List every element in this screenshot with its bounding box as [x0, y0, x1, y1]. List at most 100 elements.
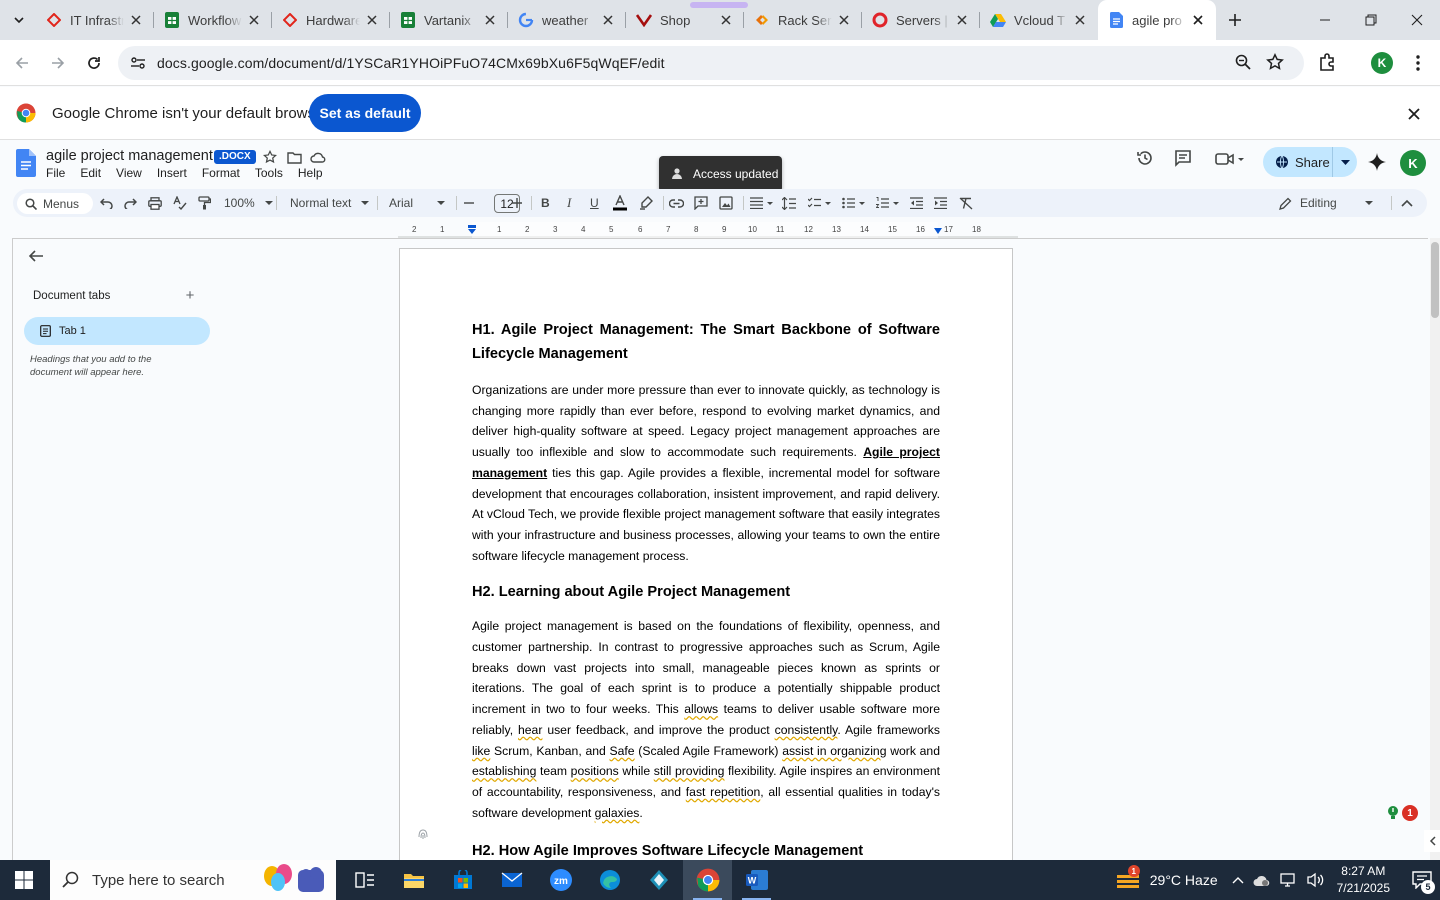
back-button[interactable] [8, 49, 36, 77]
browser-tab[interactable]: weather [508, 0, 626, 40]
star-icon[interactable] [262, 149, 278, 165]
spelling-suggestion[interactable]: still providing [654, 764, 725, 778]
chrome-taskbar-icon[interactable] [683, 860, 732, 900]
spellcheck-icon[interactable] [173, 189, 187, 217]
decrease-font-size-icon[interactable] [464, 189, 474, 217]
menu-format[interactable]: Format [202, 166, 240, 180]
new-tab-button[interactable] [1222, 8, 1248, 32]
move-folder-icon[interactable] [286, 149, 302, 165]
browser-tab[interactable]: Servers | [862, 0, 980, 40]
browser-tab[interactable]: Rack Servers [744, 0, 862, 40]
menu-insert[interactable]: Insert [157, 166, 187, 180]
restore-button[interactable] [1348, 0, 1394, 40]
mail-icon[interactable] [487, 860, 536, 900]
user-avatar[interactable]: K [1400, 150, 1426, 176]
close-outline-icon[interactable] [28, 248, 46, 266]
bulleted-list-icon[interactable] [842, 189, 866, 217]
start-button[interactable] [0, 860, 48, 900]
microsoft-store-icon[interactable] [438, 860, 487, 900]
paint-format-icon[interactable] [198, 189, 211, 217]
underline-icon[interactable]: U [590, 189, 599, 217]
left-indent-marker[interactable] [467, 225, 477, 235]
chevron-up-icon[interactable] [1232, 876, 1244, 884]
undo-icon[interactable] [100, 189, 113, 217]
volume-icon[interactable] [1306, 872, 1325, 888]
close-tab-icon[interactable] [1072, 12, 1088, 28]
meet-icon[interactable] [1215, 152, 1245, 166]
browser-tab[interactable]: Shop [626, 0, 744, 40]
close-tab-icon[interactable] [600, 12, 616, 28]
browser-menu-icon[interactable] [1408, 52, 1428, 74]
weather-widget[interactable]: 1 29°C Haze [1116, 865, 1218, 891]
close-tab-icon[interactable] [954, 12, 970, 28]
print-icon[interactable] [148, 189, 162, 217]
horizontal-ruler[interactable]: 2 1 1 2 3 4 5 6 7 8 9 10 11 12 13 14 15 … [398, 222, 1018, 238]
spelling-suggestion[interactable]: Safe [610, 744, 635, 758]
close-window-button[interactable] [1394, 0, 1440, 40]
menu-view[interactable]: View [116, 166, 142, 180]
increase-indent-icon[interactable] [934, 189, 947, 217]
menu-edit[interactable]: Edit [80, 166, 101, 180]
profile-avatar[interactable]: K [1371, 52, 1393, 74]
close-tab-icon[interactable] [128, 12, 144, 28]
link-icon[interactable] [669, 189, 684, 217]
checklist-icon[interactable] [808, 189, 832, 217]
action-center-button[interactable]: 5 [1404, 860, 1440, 900]
close-icon[interactable] [1404, 104, 1424, 124]
close-tab-icon[interactable] [718, 12, 734, 28]
tab-search-button[interactable] [6, 8, 32, 32]
highlight-icon[interactable] [639, 189, 653, 217]
app-diamond-icon[interactable] [634, 860, 683, 900]
clear-formatting-icon[interactable] [959, 189, 973, 217]
right-indent-marker[interactable] [933, 227, 943, 237]
add-tab-icon[interactable]: + [183, 287, 197, 304]
increase-font-size-icon[interactable] [512, 189, 522, 217]
share-dropdown-icon[interactable] [1333, 159, 1357, 165]
spelling-suggestion[interactable]: consistently [775, 723, 838, 737]
task-view-icon[interactable] [340, 860, 389, 900]
collapse-menus-icon[interactable] [1401, 189, 1413, 217]
close-tab-icon[interactable] [246, 12, 262, 28]
editing-mode-select[interactable]: Editing [1279, 189, 1373, 217]
menu-tools[interactable]: Tools [255, 166, 283, 180]
cloud-status-icon[interactable] [310, 149, 326, 165]
network-icon[interactable] [1279, 872, 1298, 888]
side-panel-toggle[interactable] [1424, 830, 1440, 852]
insert-image-icon[interactable] [719, 189, 733, 217]
font-select[interactable]: Arial [389, 189, 446, 217]
document-page[interactable]: H1. Agile Project Management: The Smart … [399, 248, 1013, 868]
site-info-icon[interactable] [126, 51, 150, 75]
spelling-suggestion[interactable]: assist in organizing [782, 744, 886, 758]
paragraph-style-select[interactable]: Normal text [290, 189, 370, 217]
zoom-app-icon[interactable]: zm [536, 860, 585, 900]
spelling-suggestion[interactable]: establishing [472, 764, 536, 778]
comments-icon[interactable] [1174, 149, 1192, 167]
browser-tab-active[interactable]: agile pro [1098, 0, 1216, 40]
close-tab-icon[interactable] [364, 12, 380, 28]
bold-icon[interactable]: B [541, 189, 550, 217]
set-as-default-button[interactable]: Set as default [309, 94, 421, 132]
version-history-icon[interactable] [1136, 149, 1154, 167]
extensions-icon[interactable] [1318, 52, 1340, 74]
align-icon[interactable] [750, 189, 774, 217]
line-spacing-icon[interactable] [782, 189, 796, 217]
menus-search[interactable]: Menus [17, 193, 93, 214]
document-tab-1[interactable]: Tab 1 [24, 317, 210, 345]
minimize-button[interactable] [1302, 0, 1348, 40]
bookmark-star-icon[interactable] [1266, 53, 1286, 73]
numbered-list-icon[interactable] [876, 189, 900, 217]
browser-tab[interactable]: Vartanix [390, 0, 508, 40]
text-color-icon[interactable] [613, 189, 627, 217]
browser-tab[interactable]: IT Infrastructure [36, 0, 154, 40]
vertical-scrollbar[interactable] [1430, 238, 1440, 860]
scrollbar-thumb[interactable] [1431, 242, 1439, 318]
reload-button[interactable] [80, 49, 108, 77]
browser-tab[interactable]: Vcloud T [980, 0, 1098, 40]
edge-icon[interactable] [585, 860, 634, 900]
word-icon[interactable]: W [732, 860, 781, 900]
document-title[interactable]: agile project management [46, 148, 213, 164]
zoom-icon[interactable] [1234, 53, 1254, 73]
clock[interactable]: 8:27 AM 7/21/2025 [1337, 863, 1390, 897]
forward-button[interactable] [44, 49, 72, 77]
decrease-indent-icon[interactable] [910, 189, 923, 217]
